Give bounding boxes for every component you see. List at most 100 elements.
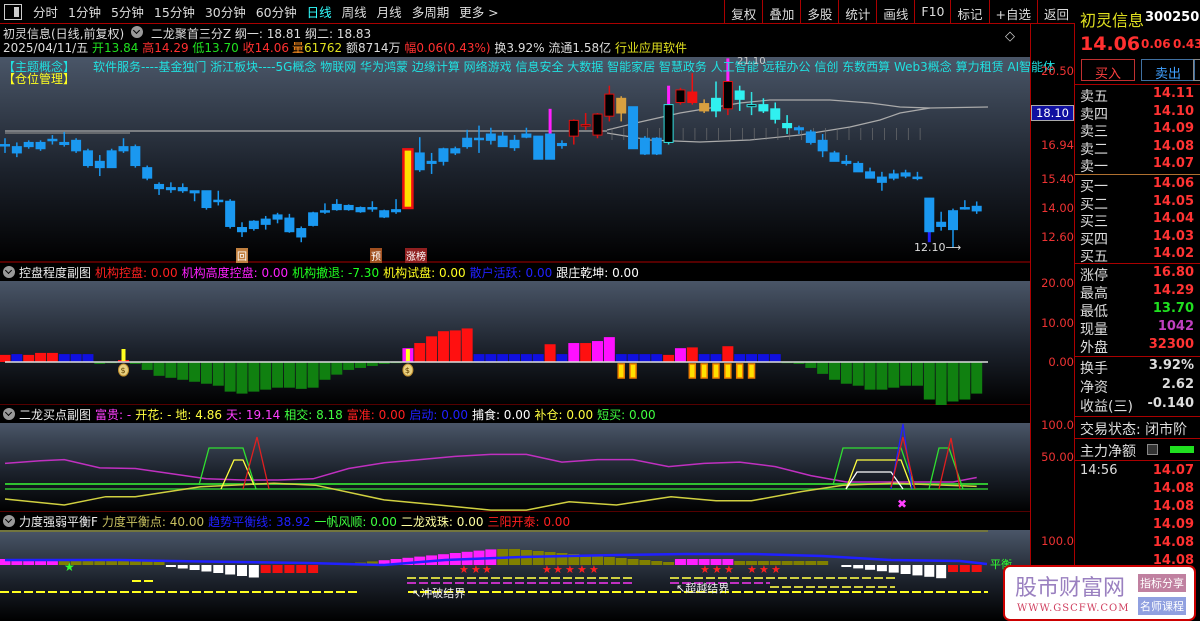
control-bar <box>686 347 698 362</box>
tab-period-8[interactable]: 月线 <box>372 2 407 21</box>
diamond-icon[interactable]: ◇ <box>1005 29 1015 44</box>
candle[interactable] <box>225 199 236 229</box>
panel-title[interactable]: 控盘程度副图 <box>19 264 91 281</box>
candle[interactable] <box>402 148 414 210</box>
panel-toggle-icon[interactable] <box>4 3 22 20</box>
candle[interactable] <box>805 129 816 145</box>
row-value: 16.80 <box>1152 265 1194 280</box>
indicator-field: 跟庄乾坤: 0.00 <box>556 265 639 280</box>
candle[interactable] <box>71 138 82 153</box>
panel-menu-icon[interactable] <box>3 408 15 420</box>
row-value: 14.07 <box>1152 156 1194 172</box>
signal-marker: ✖ <box>897 497 907 511</box>
candle[interactable] <box>142 165 153 181</box>
force-bar-low <box>260 565 271 573</box>
watermark-tag-course: 名师课程 <box>1138 597 1186 615</box>
row-label: 净资 <box>1080 380 1108 396</box>
control-bar <box>248 362 260 392</box>
buy-button[interactable]: 买入 <box>1081 59 1135 82</box>
high: 高14.29 <box>142 41 189 55</box>
red-star-icon: ★ <box>471 563 481 576</box>
stat-row: 最高 14.29 <box>1080 283 1198 302</box>
tab-period-5[interactable]: 60分钟 <box>251 2 302 21</box>
toolbar-button-1[interactable]: 叠加 <box>762 0 800 24</box>
tab-period-1[interactable]: 1分钟 <box>63 2 106 21</box>
force-bar-low <box>225 565 236 575</box>
row-value: -0.140 <box>1147 396 1194 411</box>
candle[interactable] <box>130 144 141 168</box>
row-label: 最低 <box>1080 304 1108 320</box>
force-bar <box>603 557 615 565</box>
tab-period-7[interactable]: 周线 <box>337 2 372 21</box>
tab-period-9[interactable]: 多周期 <box>407 2 455 21</box>
control-bar <box>224 362 236 392</box>
toolbar-button-4[interactable]: 画线 <box>876 0 914 24</box>
toolbar-button-8[interactable]: 返回 <box>1036 0 1075 24</box>
low: 低13.70 <box>192 41 239 55</box>
orange-mark <box>735 363 744 379</box>
ask-row: 卖四 14.10 <box>1080 104 1198 123</box>
tab-period-10[interactable]: 更多 > <box>454 2 503 21</box>
stock-name: 初灵信息 <box>1080 11 1145 30</box>
toolbar-button-0[interactable]: 复权 <box>724 0 762 24</box>
more-button[interactable] <box>1193 59 1200 81</box>
control-bar <box>674 348 686 362</box>
control-axis-label: 0.00 <box>1048 355 1074 369</box>
control-bar <box>757 354 769 362</box>
control-bar <box>414 343 426 362</box>
control-bar <box>923 362 935 400</box>
row-label: 现量 <box>1080 322 1108 338</box>
tab-period-0[interactable]: 分时 <box>28 2 63 21</box>
force-bar <box>663 562 675 565</box>
orange-mark <box>712 363 720 379</box>
tick-time: 14:56 <box>1080 463 1118 478</box>
toolbar-button-2[interactable]: 多股 <box>800 0 838 24</box>
candle[interactable] <box>355 206 366 213</box>
candle[interactable] <box>308 211 319 227</box>
force-bar-low <box>296 565 307 573</box>
candle[interactable] <box>379 209 390 219</box>
candle[interactable] <box>651 137 662 156</box>
amount: 额8714万 <box>346 41 401 55</box>
candle[interactable] <box>106 148 117 169</box>
control-bar <box>0 354 11 362</box>
flow-toggle-icon[interactable] <box>1147 444 1158 455</box>
candle[interactable] <box>82 148 93 168</box>
candle[interactable] <box>343 204 354 211</box>
candle[interactable] <box>533 135 544 160</box>
tab-period-2[interactable]: 5分钟 <box>106 2 149 21</box>
candle[interactable] <box>628 106 639 150</box>
force-panel-bg <box>0 530 1030 621</box>
stat-row: 换手 3.92% <box>1080 358 1198 377</box>
tab-period-3[interactable]: 15分钟 <box>149 2 200 21</box>
toolbar-button-7[interactable]: +自选 <box>988 0 1037 24</box>
candle[interactable] <box>201 190 212 210</box>
candle[interactable] <box>592 113 603 139</box>
sell-button[interactable]: 卖出 <box>1141 59 1195 82</box>
tab-period-6[interactable]: 日线 <box>302 2 337 21</box>
marker-zhangbang: 涨榜 <box>405 248 427 263</box>
panel-menu-icon[interactable] <box>3 266 15 278</box>
candle[interactable] <box>675 87 686 105</box>
marker-hui: 回 <box>236 248 248 263</box>
force-bar <box>805 561 817 565</box>
panel-title[interactable]: 力度强弱平衡F <box>19 513 98 530</box>
toolbar-button-5[interactable]: F10 <box>914 0 950 24</box>
position-management[interactable]: 【仓位管理】 <box>3 70 75 87</box>
force-bar-low <box>165 565 176 567</box>
panel-menu-icon[interactable] <box>3 515 15 527</box>
candle[interactable] <box>639 136 650 156</box>
control-bar <box>11 354 23 362</box>
bid-row: 买三 14.04 <box>1080 211 1198 230</box>
red-star-icon: ★ <box>459 563 469 576</box>
control-bar <box>520 354 532 362</box>
toolbar-button-6[interactable]: 标记 <box>950 0 988 24</box>
industry[interactable]: 行业应用软件 <box>615 41 687 55</box>
control-bar <box>58 354 70 362</box>
tab-period-4[interactable]: 30分钟 <box>200 2 251 21</box>
panel-title[interactable]: 二龙买点副图 <box>19 406 91 423</box>
indicator-dropdown-icon[interactable] <box>131 26 144 38</box>
toolbar-button-3[interactable]: 统计 <box>838 0 876 24</box>
force-bar-low <box>248 565 259 578</box>
red-star-icon: ★ <box>759 563 769 576</box>
